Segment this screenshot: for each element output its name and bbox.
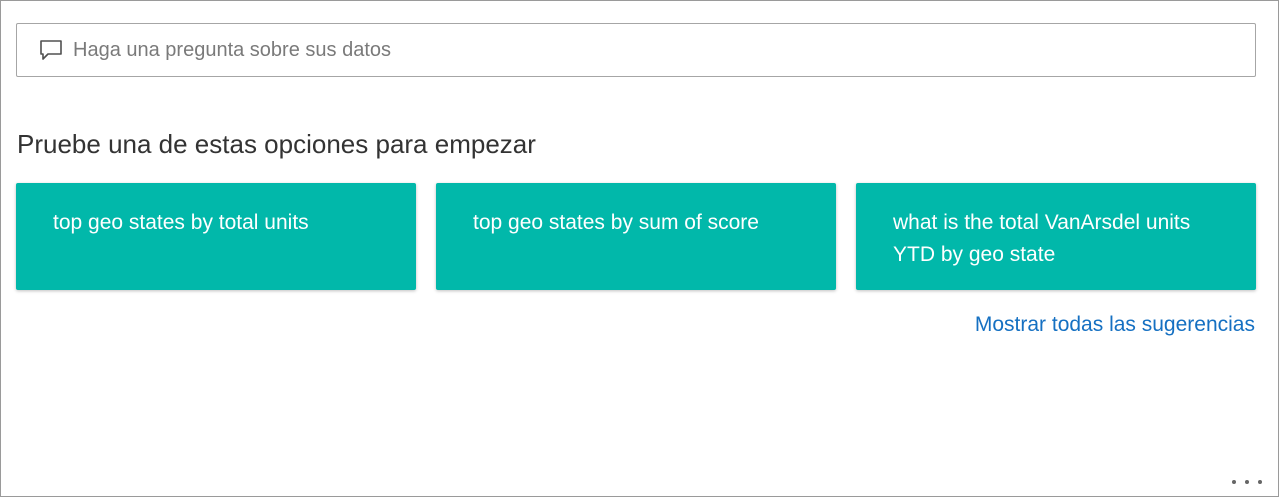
suggestions-heading: Pruebe una de estas opciones para empeza…: [17, 129, 536, 159]
show-all-suggestions-link[interactable]: Mostrar todas las sugerencias: [975, 313, 1255, 337]
suggestion-card-2[interactable]: top geo states by sum of score: [436, 183, 836, 290]
question-input[interactable]: [73, 30, 1223, 70]
suggestion-card-3[interactable]: what is the total VanArsdel units YTD by…: [856, 183, 1256, 290]
more-options-dot: [1245, 480, 1249, 484]
chat-bubble-icon: [38, 38, 64, 62]
suggestion-card-1[interactable]: top geo states by total units: [16, 183, 416, 290]
qna-visual: Pruebe una de estas opciones para empeza…: [0, 0, 1279, 497]
question-box[interactable]: [16, 23, 1256, 77]
more-options-dot: [1258, 480, 1262, 484]
more-options-icon[interactable]: [1232, 478, 1262, 486]
more-options-dot: [1232, 480, 1236, 484]
suggestion-cards: top geo states by total units top geo st…: [16, 183, 1256, 290]
